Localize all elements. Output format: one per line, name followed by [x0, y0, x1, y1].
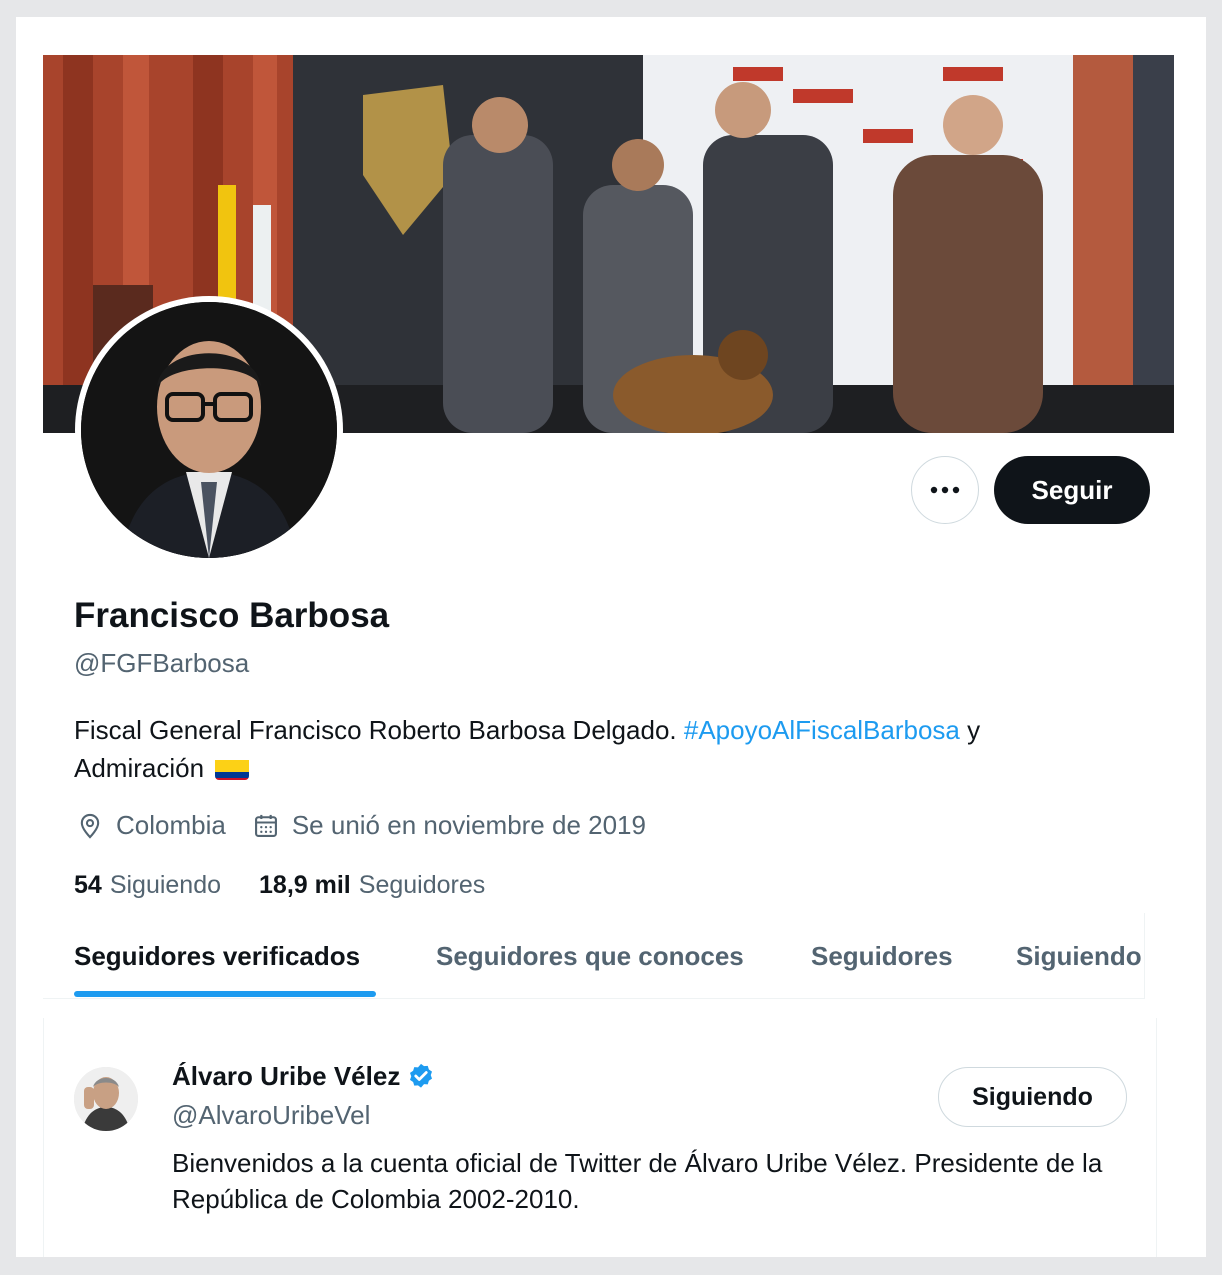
following-button[interactable]: Siguiendo: [938, 1067, 1127, 1127]
followers-stat-link[interactable]: 18,9 mil Seguidores: [259, 871, 485, 900]
avatar-photo: [81, 302, 337, 558]
profile-bio: Fiscal General Francisco Roberto Barbosa…: [74, 711, 1134, 787]
profile-page: Seguir Francisco Barbosa @FGFBarbosa Fis…: [43, 55, 1174, 1257]
user-name: Álvaro Uribe Vélez: [172, 1061, 401, 1091]
location-item: Colombia: [76, 810, 226, 841]
user-avatar[interactable]: [74, 1067, 138, 1131]
location-pin-icon: [80, 813, 100, 839]
following-stat-link[interactable]: 54 Siguiendo: [74, 871, 221, 900]
follow-button[interactable]: Seguir: [994, 456, 1150, 524]
profile-meta: Colombia Se unió en noviembre de 2019: [76, 810, 672, 841]
profile-name: Francisco Barbosa: [74, 596, 390, 635]
verified-badge-icon: [410, 1063, 433, 1088]
bio-text: Fiscal General Francisco Roberto Barbosa…: [74, 715, 677, 745]
list-item[interactable]: Álvaro Uribe Vélez @AlvaroUribeVel Bienv…: [43, 1018, 1157, 1257]
profile-stats: 54 Siguiendo 18,9 mil Seguidores: [74, 871, 523, 900]
location-text: Colombia: [116, 810, 226, 840]
active-tab-indicator: [74, 991, 376, 997]
user-handle: @AlvaroUribeVel: [172, 1100, 371, 1130]
tab-following[interactable]: Siguiendo: [1016, 913, 1142, 999]
user-bio: Bienvenidos a la cuenta oficial de Twitt…: [172, 1148, 1103, 1214]
profile-avatar[interactable]: [75, 296, 343, 564]
tabs-divider: [1144, 913, 1145, 999]
tab-followers-you-know[interactable]: Seguidores que conoces: [436, 913, 744, 999]
bio-tail: y: [967, 715, 981, 745]
followers-count: 18,9 mil: [259, 871, 351, 899]
more-options-button[interactable]: [911, 456, 979, 524]
bio-line2: Admiración: [74, 753, 205, 783]
following-label: Siguiendo: [109, 871, 222, 899]
more-icon: [930, 486, 960, 494]
tab-followers[interactable]: Seguidores: [811, 913, 953, 999]
user-avatar-photo: [74, 1067, 138, 1131]
colombia-flag-icon: [215, 756, 250, 780]
user-name-link[interactable]: Álvaro Uribe Vélez: [172, 1061, 436, 1092]
followers-tabs: Seguidores verificados Seguidores que co…: [43, 913, 1144, 999]
joined-text: Se unió en noviembre de 2019: [291, 810, 646, 840]
tab-verified-followers[interactable]: Seguidores verificados: [74, 913, 360, 999]
following-count: 54: [74, 871, 102, 899]
avatar-photo-svg: [81, 302, 337, 558]
profile-handle: @FGFBarbosa: [74, 648, 250, 678]
joined-item: Se unió en noviembre de 2019: [252, 810, 646, 841]
bio-hashtag-link[interactable]: #ApoyoAlFiscalBarbosa: [684, 715, 960, 745]
calendar-icon: [254, 814, 277, 837]
followers-label: Seguidores: [358, 871, 486, 899]
